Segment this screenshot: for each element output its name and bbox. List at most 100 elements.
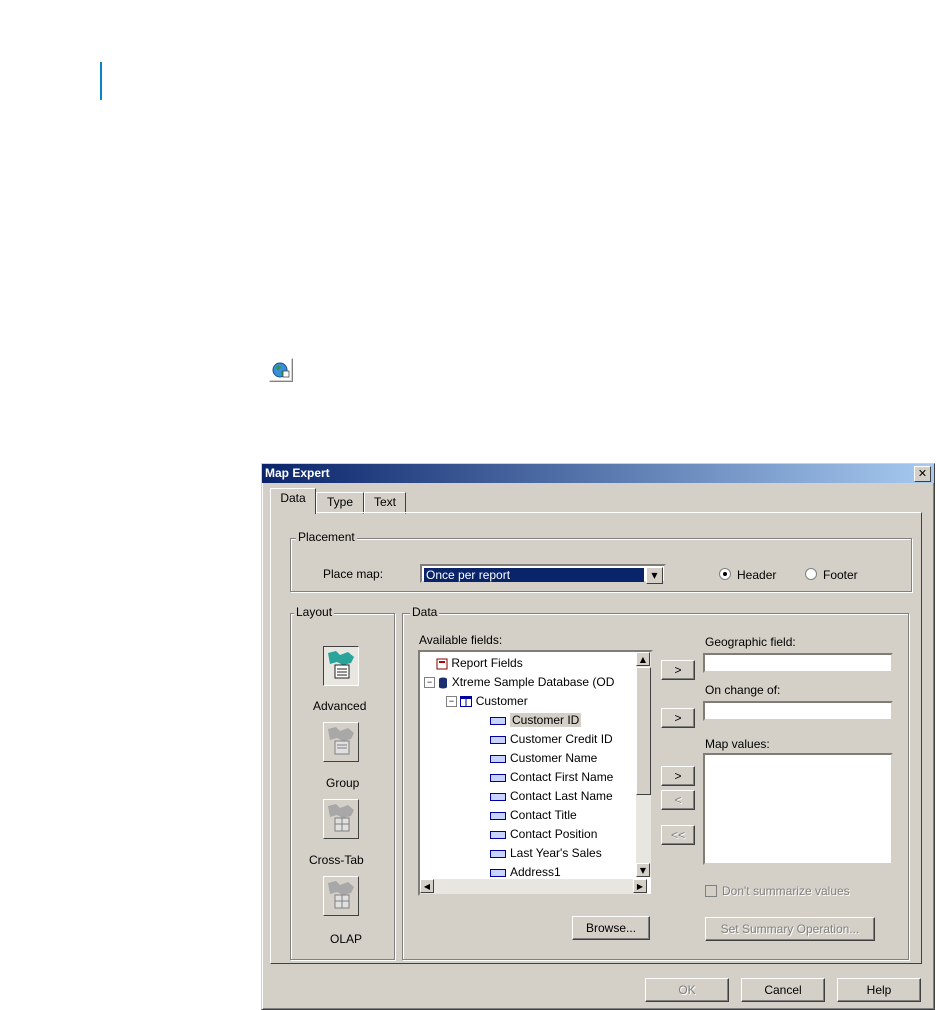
add-on-change-field-button[interactable]: > — [661, 708, 695, 728]
tree-label-field: Customer ID — [510, 713, 582, 727]
tab-data-label: Data — [280, 491, 306, 505]
map-expert-toolbar-button[interactable] — [269, 358, 293, 382]
tree-label-field: Customer Credit ID — [510, 732, 613, 746]
tree-label-field: Last Year's Sales — [510, 846, 602, 860]
tab-text-label: Text — [373, 495, 396, 509]
tree-row-table[interactable]: − Customer — [422, 692, 632, 711]
olap-map-icon — [328, 881, 354, 909]
tree-label-database: Xtreme Sample Database (OD — [451, 675, 615, 689]
layout-crosstab-label: Cross-Tab — [309, 853, 364, 867]
scroll-down-icon[interactable]: ▼ — [636, 863, 650, 877]
available-fields-label: Available fields: — [419, 633, 503, 647]
tree-label-table: Customer — [475, 694, 528, 708]
collapse-icon[interactable]: − — [424, 677, 435, 689]
available-fields-tree[interactable]: Report Fields − Xtreme Sample Database (… — [418, 650, 653, 896]
header-radio[interactable] — [719, 568, 731, 580]
tab-type[interactable]: Type — [316, 492, 364, 514]
tree-row-field[interactable]: Contact Last Name — [422, 787, 632, 806]
field-icon — [490, 849, 506, 858]
on-change-of-input[interactable] — [703, 701, 893, 721]
layout-group-button[interactable] — [323, 722, 359, 762]
crosstab-map-icon — [328, 804, 354, 832]
placement-legend: Placement — [296, 530, 357, 544]
header-label: Header — [737, 568, 777, 582]
help-label: Help — [866, 983, 892, 997]
field-icon — [490, 735, 506, 744]
field-icon — [490, 830, 506, 839]
tab-text[interactable]: Text — [364, 492, 406, 514]
add-map-value-button[interactable]: > — [661, 766, 695, 786]
chevron-down-icon[interactable]: ▼ — [646, 567, 663, 584]
move-label: > — [674, 769, 682, 783]
tree-label-field: Contact Position — [510, 827, 598, 841]
ok-label: OK — [678, 983, 696, 997]
remove-map-value-button[interactable]: < — [661, 790, 695, 810]
map-expert-dialog: Map Expert ✕ Data Type Text Placement Pl… — [261, 463, 935, 1010]
close-icon: ✕ — [917, 467, 928, 480]
field-icon — [490, 868, 506, 877]
tree-horizontal-scrollbar[interactable]: ◀ ▶ — [420, 879, 647, 894]
move-label: < — [674, 793, 682, 807]
report-fields-icon — [436, 658, 448, 670]
tree-label-field: Contact Last Name — [510, 789, 613, 803]
field-icon — [490, 716, 506, 725]
tree-row-field[interactable]: Customer Name — [422, 749, 632, 768]
field-icon — [490, 811, 506, 820]
tree-row-field[interactable]: Contact Title — [422, 806, 632, 825]
data-legend: Data — [410, 605, 440, 619]
collapse-icon[interactable]: − — [446, 696, 457, 708]
footer-radio[interactable] — [805, 568, 817, 580]
scroll-up-icon[interactable]: ▲ — [636, 652, 650, 666]
tree-row-field[interactable]: Customer ID — [422, 711, 632, 730]
dialog-title: Map Expert — [265, 466, 330, 480]
layout-legend: Layout — [294, 605, 335, 619]
database-icon — [439, 677, 448, 689]
dont-summarize-checkbox[interactable] — [705, 885, 717, 897]
on-change-of-label: On change of: — [705, 683, 781, 697]
tree-row-field[interactable]: Customer Credit ID — [422, 730, 632, 749]
layout-advanced-button[interactable] — [323, 646, 359, 686]
set-summary-label: Set Summary Operation... — [720, 922, 860, 936]
geographic-field-label: Geographic field: — [705, 635, 796, 649]
set-summary-operation-button[interactable]: Set Summary Operation... — [705, 917, 875, 941]
geographic-field-input[interactable] — [703, 653, 893, 673]
map-values-label: Map values: — [705, 737, 770, 751]
layout-group-label: Group — [326, 776, 360, 790]
move-label: > — [674, 663, 682, 677]
place-map-label: Place map: — [323, 567, 384, 581]
move-label: << — [670, 828, 685, 842]
tab-panel-data: Placement Place map: Once per report ▼ H… — [270, 512, 922, 964]
cancel-button[interactable]: Cancel — [741, 978, 825, 1002]
add-geographic-field-button[interactable]: > — [661, 660, 695, 680]
layout-crosstab-button[interactable] — [323, 799, 359, 839]
move-label: > — [674, 711, 682, 725]
layout-advanced-label: Advanced — [313, 699, 367, 713]
tree-vertical-scrollbar[interactable]: ▲ ▼ — [636, 652, 651, 877]
close-button[interactable]: ✕ — [914, 466, 931, 482]
browse-button-label: Browse... — [585, 921, 636, 935]
tree-label-field: Contact Title — [510, 808, 577, 822]
layout-olap-button[interactable] — [323, 876, 359, 916]
help-button[interactable]: Help — [837, 978, 921, 1002]
map-values-list[interactable] — [703, 753, 893, 865]
tree-row-report-fields[interactable]: Report Fields — [422, 654, 632, 673]
tree-row-database[interactable]: − Xtreme Sample Database (OD — [422, 673, 632, 692]
field-icon — [490, 773, 506, 782]
remove-all-map-values-button[interactable]: << — [661, 825, 695, 845]
place-map-dropdown[interactable]: Once per report ▼ — [420, 564, 666, 584]
tree-row-field[interactable]: Contact First Name — [422, 768, 632, 787]
tab-data[interactable]: Data — [270, 488, 316, 514]
scroll-left-icon[interactable]: ◀ — [420, 879, 434, 893]
text-cursor-bar — [100, 62, 102, 100]
tree-row-field[interactable]: Contact Position — [422, 825, 632, 844]
layout-olap-label: OLAP — [330, 932, 363, 946]
scroll-thumb[interactable] — [636, 667, 651, 795]
advanced-map-icon — [328, 651, 354, 679]
ok-button[interactable]: OK — [645, 978, 729, 1002]
dialog-titlebar: Map Expert ✕ — [262, 464, 934, 483]
tree-row-field[interactable]: Last Year's Sales — [422, 844, 632, 863]
table-icon — [460, 696, 473, 708]
browse-button[interactable]: Browse... — [572, 916, 650, 940]
tree-label-field: Address1 — [510, 865, 561, 879]
scroll-right-icon[interactable]: ▶ — [633, 879, 647, 893]
